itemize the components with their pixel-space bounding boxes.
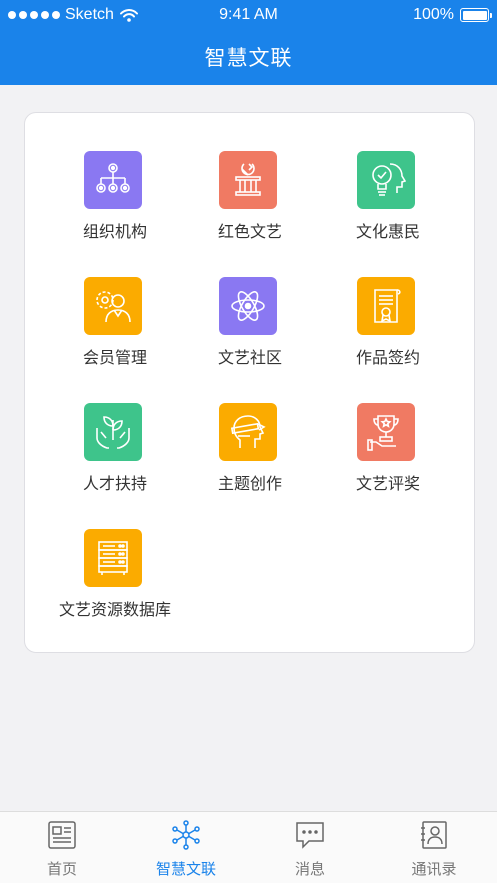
chat-bubble-icon bbox=[296, 822, 324, 849]
bottom-tab-bar: 首页 智慧文联 消息 通讯录 bbox=[0, 811, 497, 883]
tab-contacts[interactable]: 通讯录 bbox=[372, 812, 496, 883]
tab-label: 通讯录 bbox=[411, 860, 457, 878]
party-emblem-icon bbox=[219, 151, 277, 209]
tab-home[interactable]: 首页 bbox=[0, 812, 124, 883]
grid-item-red-art[interactable]: 红色文艺 bbox=[175, 151, 325, 261]
tab-smart-federation[interactable]: 智慧文联 bbox=[124, 812, 248, 883]
feature-grid-card: 组织机构 红色文艺 文化惠民 会员管理 文艺社区 作品签约 人才扶持 主题创作 … bbox=[24, 112, 475, 653]
grid-item-members[interactable]: 会员管理 bbox=[40, 277, 190, 387]
status-right: 100% bbox=[413, 6, 492, 24]
grid-item-database[interactable]: 文艺资源数据库 bbox=[40, 529, 190, 639]
top-header: Sketch 9:41 AM 100% 智慧文联 bbox=[0, 0, 497, 85]
certificate-icon bbox=[357, 277, 415, 335]
contact-card-icon bbox=[421, 821, 447, 849]
tab-label: 首页 bbox=[46, 860, 77, 878]
grid-item-culture[interactable]: 文化惠民 bbox=[313, 151, 463, 261]
lightbulb-head-icon bbox=[357, 151, 415, 209]
grid-item-label: 作品签约 bbox=[355, 348, 420, 367]
tab-label: 消息 bbox=[294, 860, 325, 878]
trophy-hand-icon bbox=[357, 403, 415, 461]
network-icon bbox=[172, 820, 200, 850]
status-bar: Sketch 9:41 AM 100% bbox=[0, 0, 497, 30]
grid-item-org[interactable]: 组织机构 bbox=[40, 151, 190, 261]
home-icon bbox=[48, 821, 76, 849]
tab-label: 智慧文联 bbox=[155, 860, 216, 878]
battery-icon bbox=[460, 8, 492, 22]
grid-item-community[interactable]: 文艺社区 bbox=[175, 277, 325, 387]
page-title: 智慧文联 bbox=[204, 46, 293, 70]
grid-item-signing[interactable]: 作品签约 bbox=[313, 277, 463, 387]
org-chart-icon bbox=[84, 151, 142, 209]
battery-percent: 100% bbox=[413, 6, 454, 23]
tab-messages[interactable]: 消息 bbox=[248, 812, 372, 883]
atom-icon bbox=[219, 277, 277, 335]
grid-item-label: 文化惠民 bbox=[355, 222, 420, 241]
grid-item-label: 文艺资源数据库 bbox=[58, 600, 171, 619]
grid-item-themes[interactable]: 主题创作 bbox=[175, 403, 325, 513]
member-gear-icon bbox=[84, 277, 142, 335]
server-icon bbox=[84, 529, 142, 587]
grid-item-label: 文艺评奖 bbox=[355, 474, 420, 493]
hands-sprout-icon bbox=[84, 403, 142, 461]
grid-item-talent[interactable]: 人才扶持 bbox=[40, 403, 190, 513]
head-pencil-icon bbox=[219, 403, 277, 461]
grid-item-awards[interactable]: 文艺评奖 bbox=[313, 403, 463, 513]
